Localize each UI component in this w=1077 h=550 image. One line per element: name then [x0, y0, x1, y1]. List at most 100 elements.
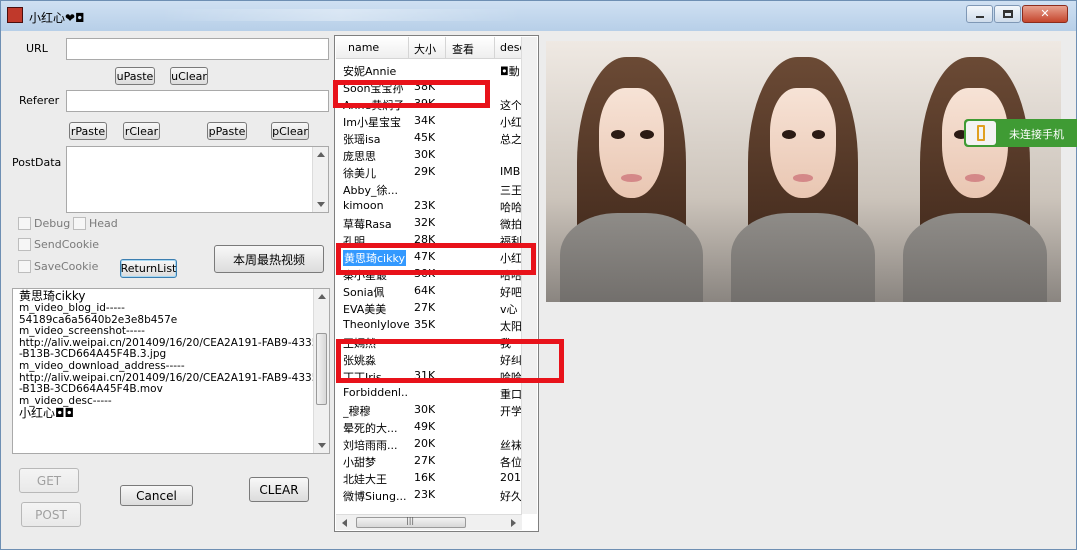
- referer-label: Referer: [19, 94, 60, 107]
- rclear-button[interactable]: rClear: [123, 122, 160, 140]
- list-cell-size: 23K: [414, 488, 436, 501]
- cancel-button[interactable]: Cancel: [120, 485, 193, 506]
- scroll-up-arrow-icon[interactable]: [317, 152, 325, 157]
- list-cell-name: Forbiddenl...: [343, 386, 409, 399]
- list-item[interactable]: _穆穆 30K 开学: [336, 401, 524, 418]
- list-cell-size: 35K: [414, 318, 436, 331]
- output-textarea[interactable]: 黄思琦cikky m_video_blog_id----- 54189ca6a564…: [12, 288, 330, 454]
- list-item[interactable]: EVA美美 27K v心: [336, 299, 524, 316]
- output-log-line: m_video_blog_id-----: [19, 302, 125, 314]
- ppaste-button[interactable]: pPaste: [207, 122, 247, 140]
- list-cell-size: 20K: [414, 437, 436, 450]
- column-separator[interactable]: [494, 37, 495, 59]
- list-cell-desc: ◘動: [500, 65, 520, 78]
- savecookie-checkbox[interactable]: SaveCookie: [18, 260, 98, 273]
- list-hscrollbar[interactable]: |||: [336, 514, 522, 530]
- get-button[interactable]: GET: [19, 468, 79, 493]
- list-cell-name: 刘培雨雨...: [343, 439, 398, 452]
- list-item[interactable]: 微博Siung... 23K 好久: [336, 486, 524, 503]
- list-cell-name: Abby_徐...: [343, 184, 398, 197]
- sendcookie-checkbox[interactable]: SendCookie: [18, 238, 99, 251]
- rpaste-button[interactable]: rPaste: [69, 122, 107, 140]
- list-cell-desc: 这个: [500, 99, 522, 112]
- list-cell-size: 27K: [414, 454, 436, 467]
- output-log-line: m_video_download_address-----: [19, 359, 185, 372]
- list-item[interactable]: kimoon 23K 哈哈: [336, 197, 524, 214]
- list-cell-desc: 总之: [500, 133, 522, 146]
- post-button[interactable]: POST: [21, 502, 81, 527]
- list-item[interactable]: 徐美儿 29K IMBI: [336, 163, 524, 180]
- referer-input[interactable]: [66, 90, 329, 112]
- list-item[interactable]: 张瑶isa 45K 总之: [336, 129, 524, 146]
- list-item[interactable]: Forbiddenl... 重口: [336, 384, 524, 401]
- hot-videos-button[interactable]: 本周最热视频: [214, 245, 324, 273]
- column-separator[interactable]: [408, 37, 409, 59]
- scroll-thumb[interactable]: [316, 333, 327, 405]
- uclear-button[interactable]: uClear: [170, 67, 208, 85]
- list-cell-desc: 太阳: [500, 320, 522, 333]
- list-cell-size: 23K: [414, 199, 436, 212]
- debug-checkbox[interactable]: Debug: [18, 217, 70, 230]
- postdata-textarea[interactable]: [66, 146, 329, 213]
- list-cell-desc: 好久: [500, 490, 522, 503]
- list-cell-desc: 三王: [500, 184, 522, 197]
- scroll-up-arrow-icon[interactable]: [318, 294, 326, 299]
- list-item[interactable]: Theonlylove 35K 太阳: [336, 316, 524, 333]
- list-cell-size: 32K: [414, 216, 436, 229]
- list-cell-size: 34K: [414, 114, 436, 127]
- list-item[interactable]: 刘培雨雨... 20K 丝袜: [336, 435, 524, 452]
- scroll-down-arrow-icon[interactable]: [318, 443, 326, 448]
- output-log-line: 小红心◘◘: [19, 406, 74, 421]
- list-item[interactable]: 草莓Rasa 32K 微拍: [336, 214, 524, 231]
- scroll-right-arrow-icon[interactable]: [511, 519, 516, 527]
- url-label: URL: [26, 42, 48, 55]
- output-log: 黄思琦cikky m_video_blog_id----- 54189ca6a564…: [19, 290, 324, 420]
- list-scrollbar[interactable]: [521, 37, 537, 514]
- column-separator[interactable]: [445, 37, 446, 59]
- list-cell-size: 45K: [414, 131, 436, 144]
- list-item[interactable]: 晕死的大... 49K: [336, 418, 524, 435]
- list-cell-name: 小甜梦: [343, 456, 376, 469]
- close-button[interactable]: ✕: [1022, 5, 1068, 23]
- screenshot-frame: [546, 41, 717, 302]
- phone-connection-button[interactable]: 未连接手机: [964, 119, 1077, 147]
- head-checkbox[interactable]: Head: [73, 217, 118, 230]
- output-scrollbar[interactable]: [313, 289, 329, 453]
- scroll-left-arrow-icon[interactable]: [342, 519, 347, 527]
- list-item[interactable]: 小甜梦 27K 各位: [336, 452, 524, 469]
- list-item[interactable]: Im小星宝宝 34K 小红: [336, 112, 524, 129]
- list-cell-desc: 丝袜: [500, 439, 522, 452]
- head-label: Head: [89, 217, 118, 230]
- column-size[interactable]: 大小: [414, 41, 436, 57]
- column-view[interactable]: 查看: [452, 41, 474, 57]
- list-cell-desc: 哈哈: [500, 201, 522, 214]
- checkbox-box[interactable]: [18, 238, 31, 251]
- pclear-button[interactable]: pClear: [271, 122, 309, 140]
- url-input[interactable]: [66, 38, 329, 60]
- title-bar-blur: [161, 9, 521, 21]
- user-list[interactable]: name 大小 查看 desc 安妮Annie ◘動 Soon宝宝孙 38K Anne黄…: [334, 35, 539, 532]
- list-cell-name: 庞思思: [343, 150, 376, 163]
- column-name[interactable]: name: [348, 41, 379, 54]
- list-cell-name: 徐美儿: [343, 167, 376, 180]
- scroll-grip-icon: |||: [406, 516, 415, 525]
- checkbox-box[interactable]: [18, 217, 31, 230]
- postdata-scrollbar[interactable]: [312, 147, 328, 212]
- checkbox-box[interactable]: [18, 260, 31, 273]
- list-cell-desc: 201: [500, 471, 521, 484]
- returnlist-button[interactable]: ReturnList: [120, 259, 177, 278]
- minimize-button[interactable]: [966, 5, 993, 23]
- scroll-down-arrow-icon[interactable]: [317, 202, 325, 207]
- list-item[interactable]: 庞思思 30K: [336, 146, 524, 163]
- list-item[interactable]: 北娃大王 16K 201: [336, 469, 524, 486]
- list-cell-name: 安妮Annie: [343, 65, 397, 78]
- list-item[interactable]: Abby_徐... 三王: [336, 180, 524, 197]
- phone-status-label: 未连接手机: [1009, 128, 1064, 141]
- list-item[interactable]: 安妮Annie ◘動: [336, 61, 524, 78]
- list-item[interactable]: Sonia佩 64K 好吧: [336, 282, 524, 299]
- checkbox-box[interactable]: [73, 217, 86, 230]
- upaste-button[interactable]: uPaste: [115, 67, 155, 85]
- title-bar[interactable]: 小红心❤◘ ✕: [1, 1, 1076, 31]
- maximize-button[interactable]: [994, 5, 1021, 23]
- clear-button[interactable]: CLEAR: [249, 477, 309, 502]
